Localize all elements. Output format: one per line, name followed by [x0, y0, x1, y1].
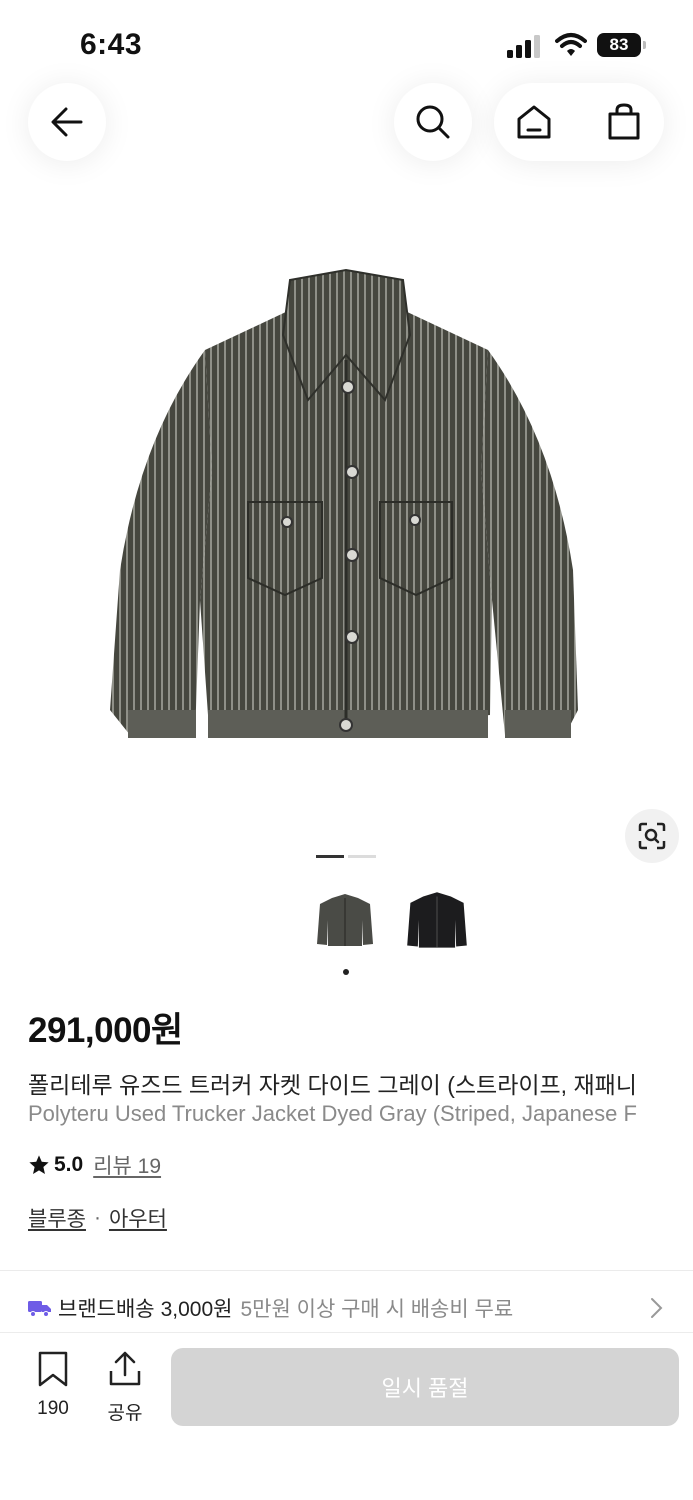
category-separator: · [93, 1206, 101, 1229]
product-name-english: Polyteru Used Trucker Jacket Dyed Gray (… [28, 1101, 637, 1126]
delivery-truck-icon [28, 1301, 51, 1317]
search-button[interactable] [394, 83, 472, 161]
page-indicator-1 [316, 855, 344, 858]
bottom-action-bar: 190 공유 일시 품절 [0, 1332, 693, 1500]
battery-level: 83 [597, 33, 641, 57]
status-time: 6:43 [80, 28, 143, 61]
visual-search-button[interactable] [625, 809, 679, 863]
star-icon [29, 1155, 49, 1174]
free-shipping-note: 5만원 이상 구매 시 배송비 무료 [240, 1298, 514, 1321]
selected-color-dot [343, 969, 349, 975]
gray-jacket-thumbnail [317, 894, 373, 946]
rating-row: 5.0 리뷰 19 [28, 1150, 161, 1180]
category-link-outer[interactable]: 아우터 [109, 1203, 167, 1233]
back-button[interactable] [28, 83, 106, 161]
product-price: 291,000원 [28, 1011, 183, 1050]
review-link[interactable]: 리뷰 19 [93, 1150, 161, 1180]
cart-button[interactable] [594, 83, 654, 161]
home-icon [517, 105, 551, 139]
signal-icon [507, 35, 540, 58]
page-indicator-2 [348, 855, 376, 858]
color-option-black[interactable] [402, 886, 472, 956]
arrow-left-icon [51, 107, 83, 137]
category-breadcrumb: 블루종 · 아우터 [28, 1203, 167, 1233]
product-name-korean: 폴리테루 유즈드 트러커 자켓 다이드 그레이 (스트라이프, 재패니 [28, 1072, 637, 1098]
shipping-label: 브랜드배송 [58, 1298, 155, 1321]
color-options [310, 886, 472, 956]
home-button[interactable] [504, 83, 564, 161]
bookmark-button[interactable]: 190 [30, 1351, 76, 1421]
divider [0, 1270, 693, 1271]
bookmark-icon [38, 1351, 68, 1387]
sold-out-button[interactable]: 일시 품절 [171, 1348, 679, 1426]
color-option-gray[interactable] [310, 886, 380, 956]
shipping-fee: 3,000원 [160, 1298, 233, 1321]
share-icon [109, 1351, 141, 1386]
bookmark-count: 190 [37, 1398, 69, 1419]
wifi-icon [555, 33, 587, 56]
battery-icon: 83 [597, 33, 647, 57]
category-link-blouson[interactable]: 블루종 [28, 1203, 86, 1233]
share-label: 공유 [107, 1403, 143, 1424]
shopping-bag-icon [608, 103, 640, 140]
search-icon [416, 105, 450, 139]
product-image[interactable] [0, 240, 693, 800]
share-button[interactable]: 공유 [100, 1351, 150, 1424]
black-jacket-thumbnail [407, 892, 467, 948]
chevron-right-icon [651, 1298, 663, 1318]
header-actions [494, 83, 664, 161]
rating-score: 5.0 [54, 1153, 84, 1176]
gallery-page-indicator [316, 855, 376, 858]
shipping-info-row[interactable]: 브랜드배송 3,000원 5만원 이상 구매 시 배송비 무료 [28, 1292, 668, 1324]
status-bar: 6:43 83 [0, 0, 693, 80]
visual-search-icon [638, 822, 666, 850]
